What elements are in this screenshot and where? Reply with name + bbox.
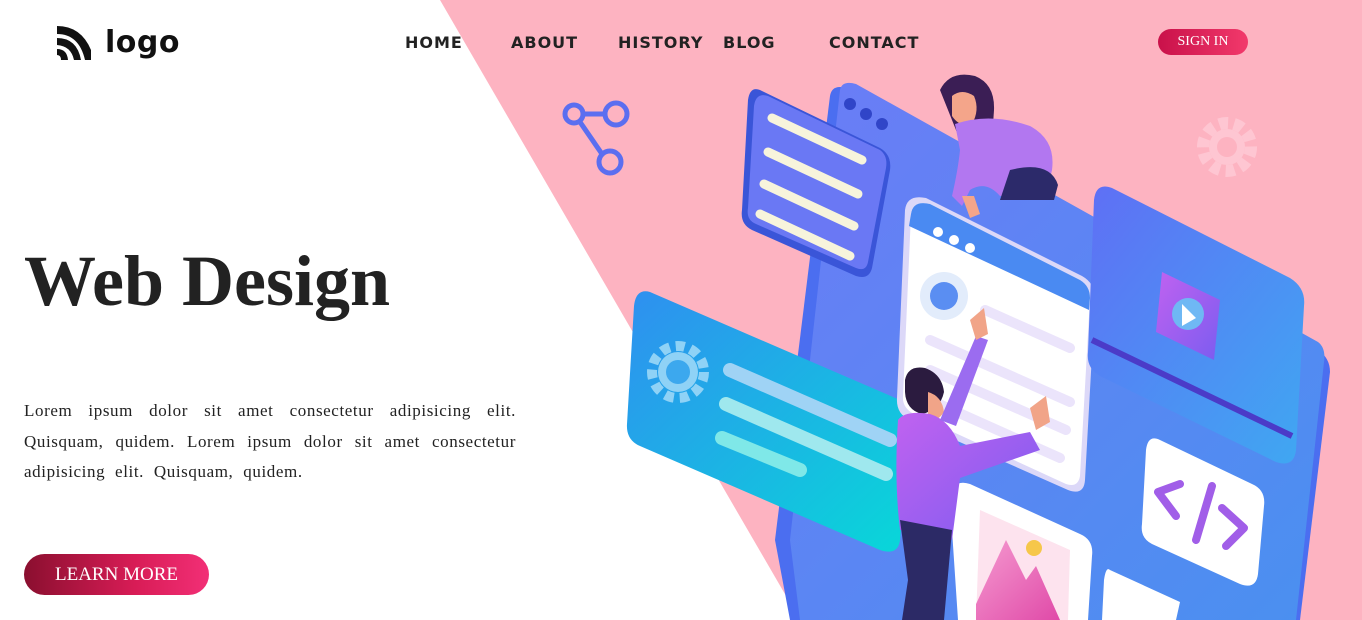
logo-icon	[57, 26, 91, 60]
nav-history[interactable]: HISTORY	[618, 33, 703, 52]
learn-more-button[interactable]: LEARN MORE	[24, 554, 209, 595]
hero-title: Web Design	[24, 241, 391, 321]
nav-about[interactable]: ABOUT	[511, 33, 578, 52]
logo-text: logo	[105, 24, 180, 60]
sign-in-button[interactable]: SIGN IN	[1158, 29, 1248, 55]
nav-contact[interactable]: CONTACT	[829, 33, 919, 52]
nav-blog[interactable]: BLOG	[723, 33, 776, 52]
site-logo[interactable]: logo	[55, 22, 180, 62]
gear-icon	[1197, 117, 1257, 177]
nav-home[interactable]: HOME	[405, 33, 463, 52]
share-icon	[562, 100, 630, 176]
hero-description: Lorem ipsum dolor sit amet consectetur a…	[24, 401, 516, 481]
